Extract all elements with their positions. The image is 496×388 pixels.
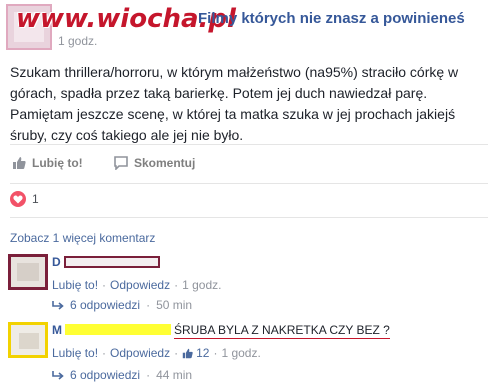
redaction-bar <box>64 256 161 268</box>
comment-actions: Lubię to! · Odpowiedz · 12 · 1 godz. <box>52 346 261 360</box>
page-title[interactable]: Filmy których nie znasz a powinieneś <box>198 10 465 27</box>
replies-count: 6 odpowiedzi <box>70 298 141 312</box>
post-header: www.wiocha.pl Filmy których nie znasz a … <box>0 0 496 56</box>
divider <box>10 217 488 218</box>
replies-count: 6 odpowiedzi <box>70 368 141 382</box>
commenter-avatar[interactable] <box>8 322 48 358</box>
reply-arrow-icon <box>52 301 64 310</box>
comment-time[interactable]: 1 godz. <box>221 346 260 360</box>
comment-like-link[interactable]: Lubię to! <box>52 278 98 292</box>
comment-text: ŚRUBA BYLA Z NAKRETKA CZY BEZ ? <box>174 323 390 339</box>
reply-arrow-icon <box>52 371 64 380</box>
replies-time: 44 min <box>156 368 193 382</box>
divider <box>10 183 488 184</box>
comment-reply-link[interactable]: Odpowiedz <box>110 346 170 360</box>
replies-time: 50 min <box>156 298 193 312</box>
replies-link[interactable]: 6 odpowiedzi · 50 min <box>52 298 192 312</box>
reactions-summary[interactable]: 1 <box>10 191 39 207</box>
comment-label: Skomentuj <box>134 156 196 170</box>
reaction-count: 1 <box>32 192 39 206</box>
like-label: Lubię to! <box>32 156 83 170</box>
comment-like-count[interactable]: 12 <box>182 346 209 360</box>
like-button[interactable]: Lubię to! <box>12 156 83 170</box>
redaction-highlight <box>65 324 172 335</box>
thumbs-up-icon <box>182 348 193 358</box>
commenter-avatar[interactable] <box>8 254 48 290</box>
view-more-comments-link[interactable]: Zobacz 1 więcej komentarz <box>10 231 155 245</box>
comment-reply-link[interactable]: Odpowiedz <box>110 278 170 292</box>
divider <box>10 144 488 145</box>
commenter-name[interactable]: D <box>52 255 161 269</box>
comment-actions: Lubię to! · Odpowiedz · 1 godz. <box>52 278 222 292</box>
replies-link[interactable]: 6 odpowiedzi · 44 min <box>52 368 192 382</box>
heart-icon <box>10 191 26 207</box>
thumbs-up-icon <box>13 157 26 169</box>
post-text: Szukam thrillera/horroru, w którym małże… <box>10 64 459 143</box>
commenter-name[interactable]: M <box>52 323 172 337</box>
comment-time[interactable]: 1 godz. <box>182 278 221 292</box>
comment-button[interactable]: Skomentuj <box>114 156 195 170</box>
comment-like-link[interactable]: Lubię to! <box>52 346 98 360</box>
comment-bubble-icon <box>114 156 128 170</box>
post-timestamp[interactable]: 1 godz. <box>58 34 97 48</box>
